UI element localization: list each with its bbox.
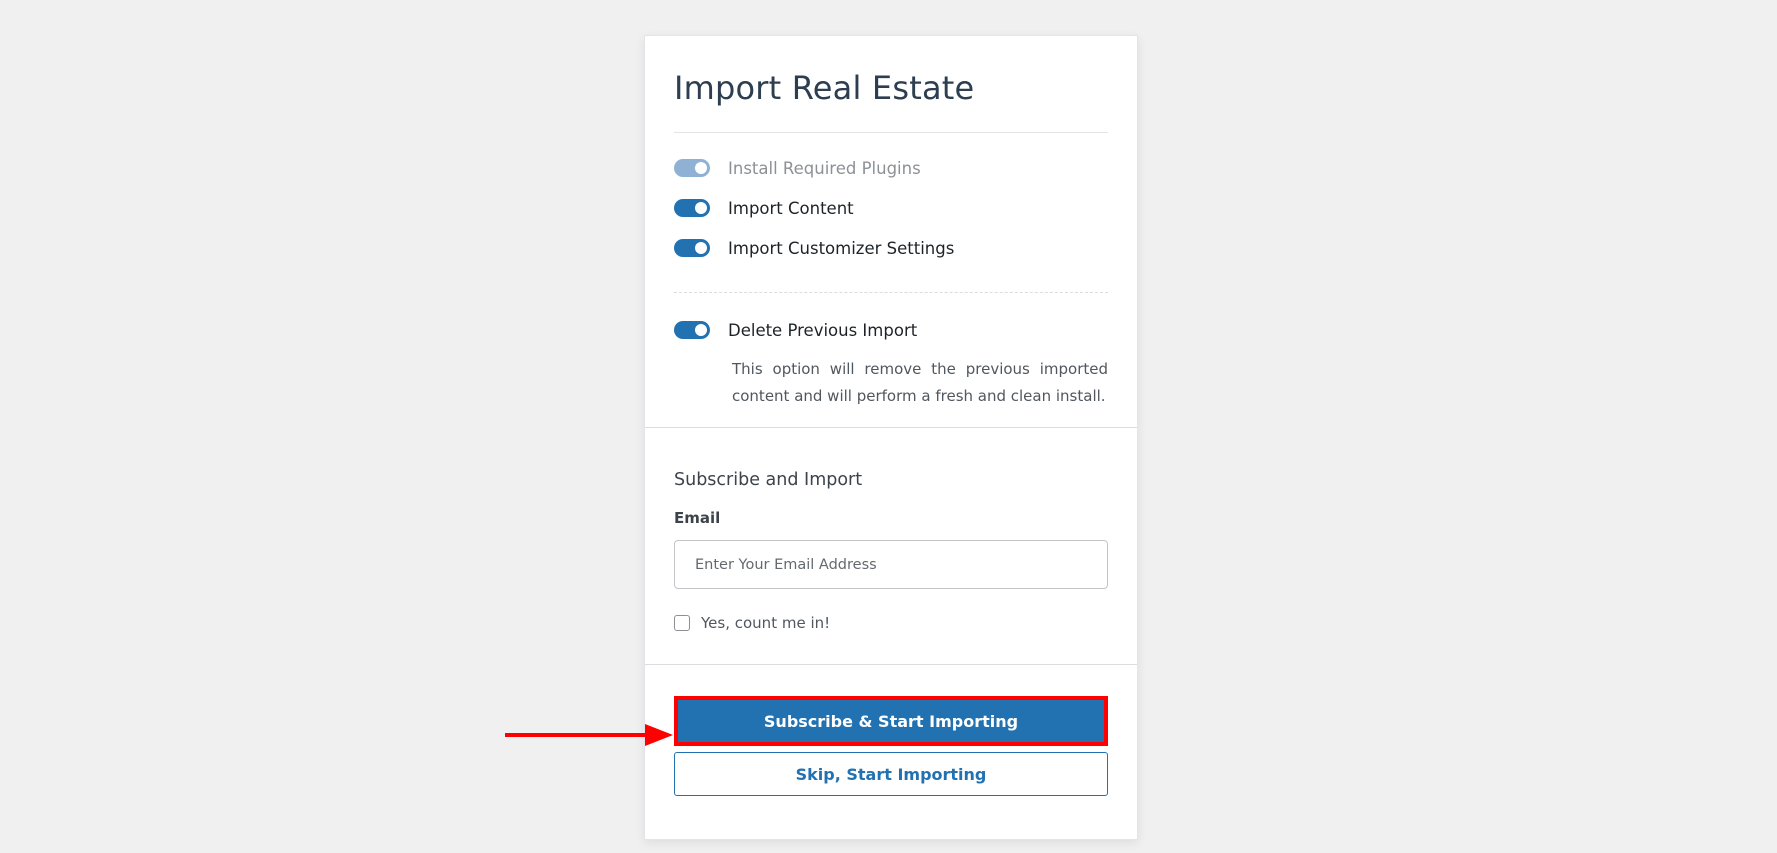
toggle-knob xyxy=(695,202,707,214)
actions-section: Subscribe & Start Importing Skip, Start … xyxy=(645,696,1137,796)
title-divider xyxy=(674,132,1108,133)
skip-start-importing-button[interactable]: Skip, Start Importing xyxy=(674,752,1108,796)
red-arrow-right-icon xyxy=(505,724,673,746)
consent-row: Yes, count me in! xyxy=(674,611,1108,635)
option-delete-previous: Delete Previous Import xyxy=(674,310,1108,350)
section-divider xyxy=(645,664,1137,665)
import-customizer-toggle[interactable] xyxy=(674,239,710,257)
import-content-label: Import Content xyxy=(728,198,854,218)
install-plugins-label: Install Required Plugins xyxy=(728,158,921,178)
options-dashed-divider xyxy=(674,292,1108,293)
import-customizer-label: Import Customizer Settings xyxy=(728,238,955,258)
import-content-toggle[interactable] xyxy=(674,199,710,217)
toggle-knob xyxy=(695,162,707,174)
page-title: Import Real Estate xyxy=(674,69,975,107)
consent-label: Yes, count me in! xyxy=(701,614,831,632)
subscribe-start-importing-button[interactable]: Subscribe & Start Importing xyxy=(678,700,1104,742)
import-card: Import Real Estate Install Required Plug… xyxy=(644,35,1138,840)
delete-previous-label: Delete Previous Import xyxy=(728,320,918,340)
option-install-plugins: Install Required Plugins xyxy=(674,148,1108,188)
delete-previous-toggle[interactable] xyxy=(674,321,710,339)
toggle-knob xyxy=(695,324,707,336)
option-import-content: Import Content xyxy=(674,188,1108,228)
import-options-section: Import Real Estate Install Required Plug… xyxy=(645,36,1137,427)
install-plugins-toggle xyxy=(674,159,710,177)
primary-button-highlight: Subscribe & Start Importing xyxy=(674,696,1108,746)
delete-previous-description: This option will remove the previous imp… xyxy=(732,360,1108,405)
consent-checkbox[interactable] xyxy=(674,615,690,631)
subscribe-section: Subscribe and Import Email Yes, count me… xyxy=(645,428,1137,664)
toggle-knob xyxy=(695,242,707,254)
email-label: Email xyxy=(674,509,721,527)
subscribe-title: Subscribe and Import xyxy=(674,470,863,490)
option-import-customizer: Import Customizer Settings xyxy=(674,228,1108,268)
arrow-head xyxy=(645,724,673,746)
email-input[interactable] xyxy=(674,540,1108,589)
import-options-list: Install Required Plugins Import Content … xyxy=(674,148,1108,268)
